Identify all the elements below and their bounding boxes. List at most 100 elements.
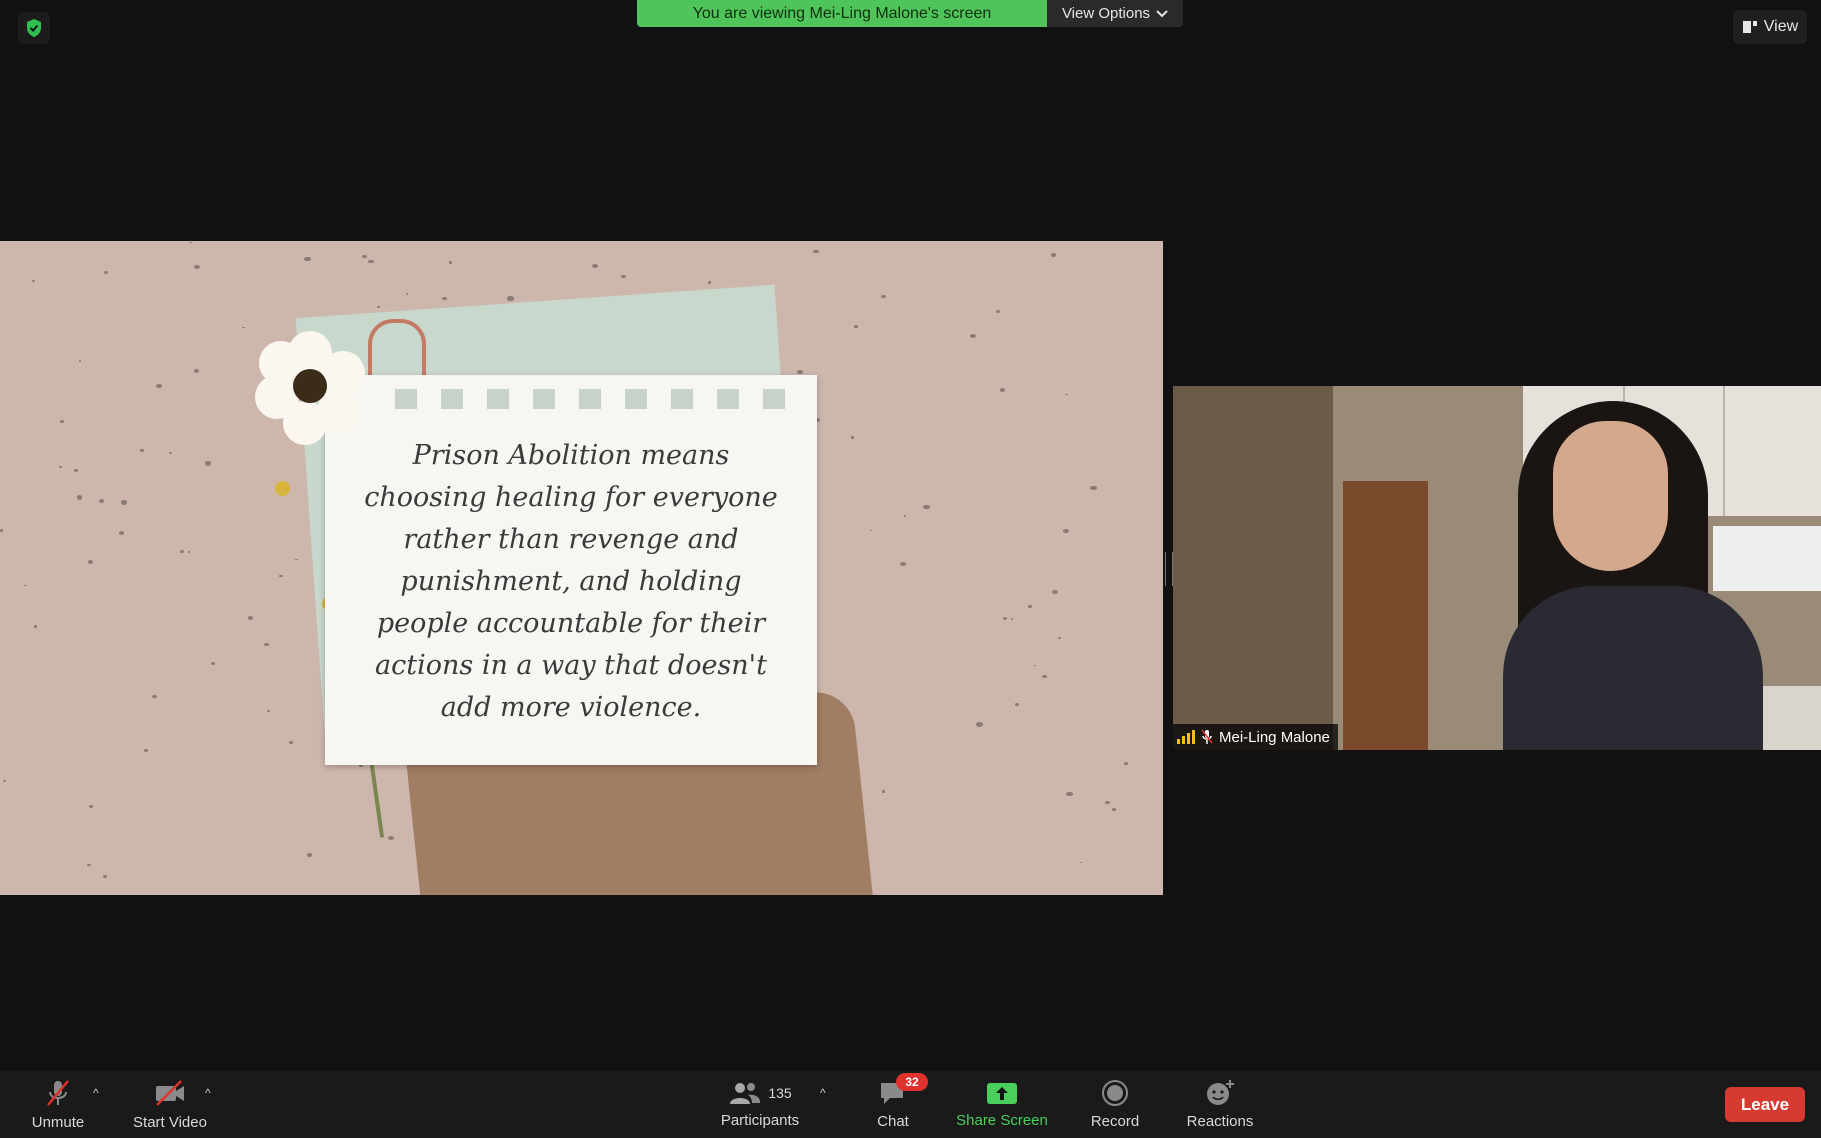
background-speck xyxy=(279,575,283,578)
share-screen-button[interactable]: Share Screen xyxy=(950,1071,1054,1138)
background-speck xyxy=(880,294,887,299)
background-speck xyxy=(211,661,216,665)
background-speck xyxy=(1028,604,1033,608)
start-video-button[interactable]: Start Video xyxy=(124,1071,216,1138)
background-speck xyxy=(103,271,108,275)
background-speck xyxy=(1014,702,1020,706)
participants-label: Participants xyxy=(720,1112,800,1129)
background-speck xyxy=(306,853,313,858)
quote-line: punishment, and holding xyxy=(400,566,742,597)
background-speck xyxy=(102,874,108,878)
slide-quote: Prison Abolition means choosing healing … xyxy=(355,435,787,729)
background-speck xyxy=(1058,637,1062,640)
quote-line: choosing healing for everyone xyxy=(364,482,778,513)
reactions-label: Reactions xyxy=(1186,1113,1254,1130)
background-speck xyxy=(405,293,408,295)
background-speck xyxy=(1065,791,1073,797)
record-label: Record xyxy=(1090,1113,1140,1130)
unmute-button[interactable]: Unmute xyxy=(22,1071,94,1138)
background-speck xyxy=(367,259,374,264)
background-speck xyxy=(621,274,627,279)
background-speck xyxy=(448,261,452,264)
background-speck xyxy=(904,515,907,517)
muted-pin-icon xyxy=(1201,729,1213,744)
background-speck xyxy=(899,562,906,567)
background-speck xyxy=(120,500,128,505)
background-speck xyxy=(1033,664,1037,667)
chevron-down-icon xyxy=(1156,9,1168,17)
background-speck xyxy=(881,790,885,793)
background-speck xyxy=(193,264,201,270)
view-layout-icon xyxy=(1742,21,1757,33)
background-speck xyxy=(31,279,36,283)
flower-bud xyxy=(275,481,290,496)
background-speck xyxy=(295,558,298,561)
share-screen-icon xyxy=(987,1083,1017,1104)
video-camera-off-icon xyxy=(156,1080,184,1106)
background-speck xyxy=(507,296,514,301)
background-speck xyxy=(995,309,1000,313)
background-speck xyxy=(975,721,983,727)
record-button[interactable]: Record xyxy=(1084,1071,1146,1138)
background-speck xyxy=(33,625,38,628)
split-view-resize-handle[interactable] xyxy=(1165,552,1173,586)
participants-count: 135 xyxy=(768,1085,792,1101)
background-speck xyxy=(266,709,271,713)
background-speck xyxy=(707,281,712,284)
view-button[interactable]: View xyxy=(1733,10,1807,44)
background-speck xyxy=(796,369,803,375)
quote-line: people accountable for their xyxy=(376,608,766,639)
background-speck xyxy=(1000,388,1006,392)
quote-line: actions in a way that doesn't xyxy=(375,650,767,681)
participant-name-tag: Mei-Ling Malone xyxy=(1173,724,1338,750)
share-screen-label: Share Screen xyxy=(956,1112,1048,1129)
participant-video-tile[interactable]: Mei-Ling Malone xyxy=(1173,386,1821,750)
security-shield-button[interactable] xyxy=(18,12,50,44)
view-options-button[interactable]: View Options xyxy=(1047,0,1183,27)
background-speck xyxy=(0,529,4,532)
note-paper: Prison Abolition means choosing healing … xyxy=(325,375,817,765)
view-label: View xyxy=(1763,18,1799,35)
background-speck xyxy=(88,804,93,808)
leave-button[interactable]: Leave xyxy=(1725,1087,1805,1122)
background-speck xyxy=(156,384,162,388)
background-speck xyxy=(193,369,200,373)
background-speck xyxy=(264,642,269,646)
chat-label: Chat xyxy=(877,1113,909,1130)
background-speck xyxy=(59,419,65,424)
audio-options-caret[interactable]: ^ xyxy=(93,1086,99,1100)
background-speck xyxy=(180,550,185,554)
video-options-caret[interactable]: ^ xyxy=(205,1086,211,1100)
background-speck xyxy=(388,836,395,841)
background-speck xyxy=(189,241,192,244)
view-options-label: View Options xyxy=(1061,5,1151,22)
viewing-screen-text: You are viewing Mei-Ling Malone's screen xyxy=(692,4,992,22)
background-speck xyxy=(1079,861,1083,864)
background-speck xyxy=(3,779,7,782)
background-speck xyxy=(140,449,144,452)
background-speck xyxy=(850,436,855,439)
participants-options-caret[interactable]: ^ xyxy=(820,1086,826,1100)
daisy-flower xyxy=(255,331,365,445)
background-speck xyxy=(58,466,62,469)
background-speck xyxy=(73,468,79,472)
background-speck xyxy=(143,748,149,752)
background-speck xyxy=(86,863,91,867)
background-speck xyxy=(591,263,599,269)
viewing-screen-banner: You are viewing Mei-Ling Malone's screen xyxy=(637,0,1047,27)
background-speck xyxy=(24,584,27,587)
background-speck xyxy=(813,249,819,254)
background-speck xyxy=(441,296,447,301)
background-speck xyxy=(854,325,858,328)
reactions-button[interactable]: Reactions xyxy=(1180,1071,1260,1138)
connection-strength-icon xyxy=(1177,730,1195,744)
participants-button[interactable]: 135 Participants xyxy=(712,1071,808,1138)
background-speck xyxy=(76,495,83,500)
start-video-label: Start Video xyxy=(133,1114,207,1131)
unmute-label: Unmute xyxy=(31,1114,85,1131)
background-speck xyxy=(1042,674,1047,678)
background-speck xyxy=(869,529,872,532)
background-speck xyxy=(1090,485,1097,491)
background-speck xyxy=(1112,808,1117,811)
quote-line: rather than revenge and xyxy=(403,524,739,555)
